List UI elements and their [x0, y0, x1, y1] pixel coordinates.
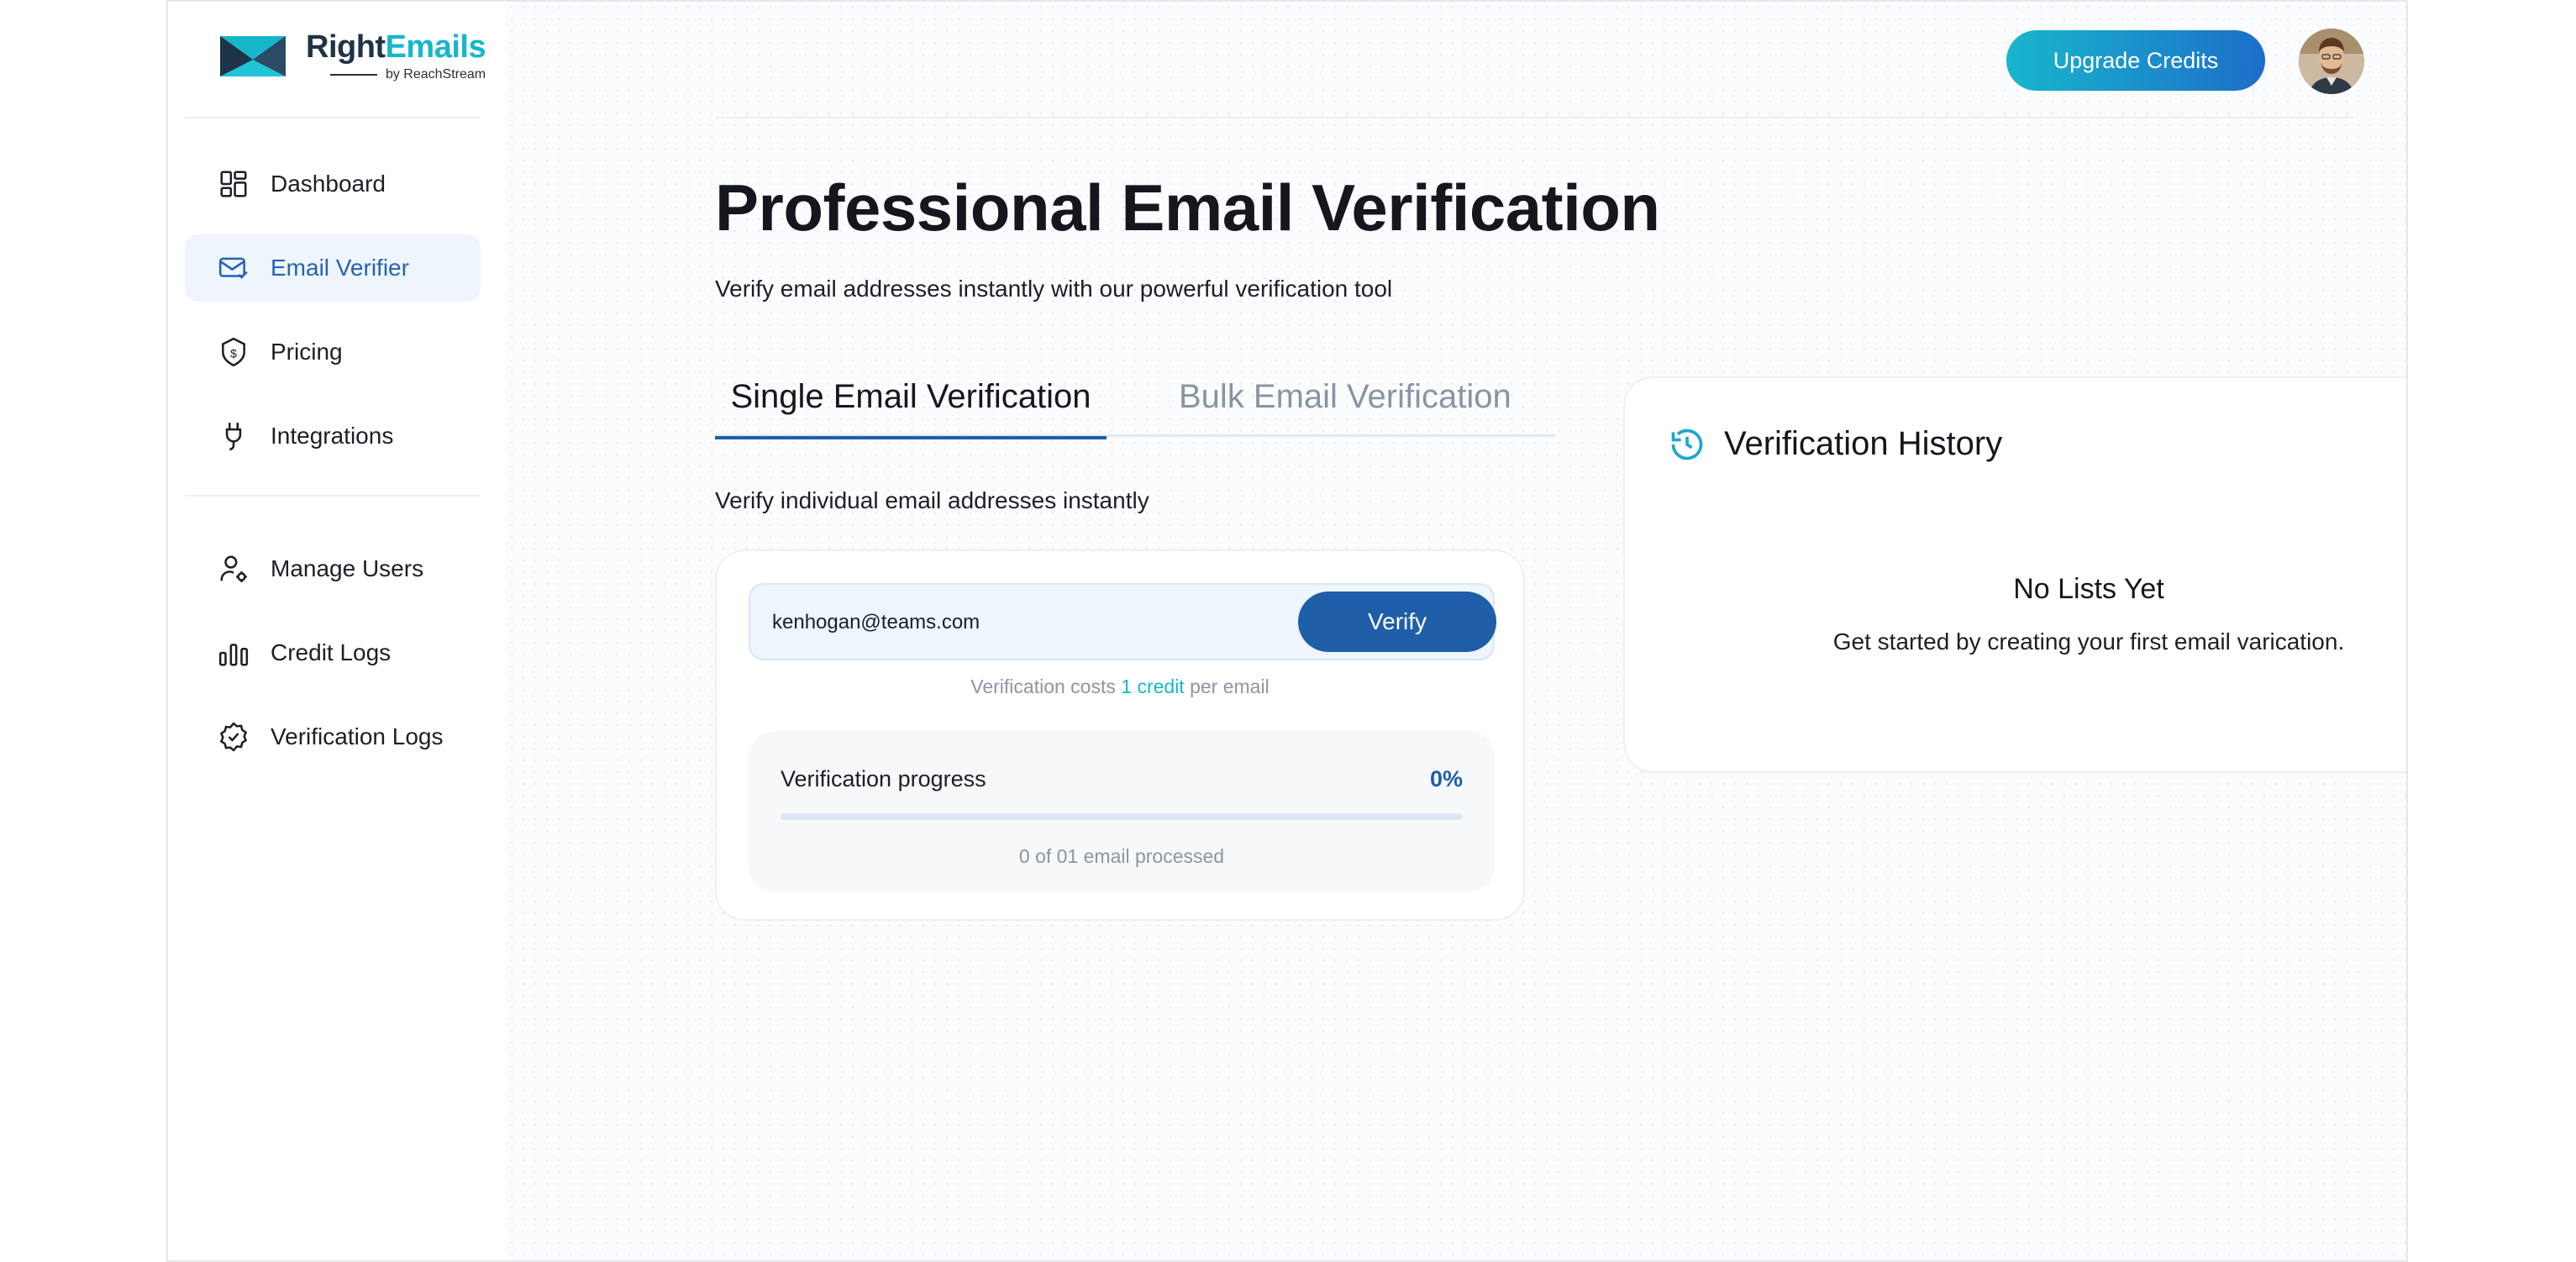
plug-icon: [217, 419, 250, 453]
history-header: Verification History: [1669, 425, 2002, 463]
svg-text:$: $: [230, 347, 237, 360]
verified-badge-icon: [217, 720, 250, 754]
sidebar-item-dashboard[interactable]: Dashboard: [185, 150, 481, 218]
cost-note-credit: 1 credit: [1121, 676, 1185, 697]
sidebar-item-pricing[interactable]: $ Pricing: [185, 318, 481, 386]
verification-tabs: Single Email Verification Bulk Email Ver…: [715, 370, 1555, 439]
progress-bar: [781, 813, 1463, 820]
mail-check-icon: [217, 251, 250, 285]
tab-single-email-verification[interactable]: Single Email Verification: [715, 370, 1107, 439]
sidebar-item-verification-logs[interactable]: Verification Logs: [185, 703, 481, 770]
empty-state-title: No Lists Yet: [2013, 573, 2164, 605]
progress-label: Verification progress: [781, 766, 986, 791]
cost-note-suffix: per email: [1190, 676, 1270, 697]
empty-state-description: Get started by creating your first email…: [1832, 628, 2345, 655]
brand-byline: by ReachStream: [306, 67, 486, 82]
progress-count: 0 of 01 email processed: [1018, 845, 1225, 867]
progress-percent: 0%: [1429, 766, 1463, 791]
sidebar: RightEmails by ReachStream Dashboard Ema…: [168, 2, 504, 1260]
sidebar-item-label: Pricing: [271, 339, 343, 365]
bar-chart-icon: [217, 636, 250, 670]
history-icon: [1671, 429, 1703, 460]
sidebar-item-label: Verification Logs: [271, 723, 444, 749]
brand-logo[interactable]: RightEmails by ReachStream: [218, 29, 486, 82]
progress-panel: Verification progress 0% 0 of 01 email p…: [749, 731, 1495, 892]
page-subtitle: Verify email addresses instantly with ou…: [715, 276, 1393, 302]
tab-description: Verify individual email addresses instan…: [715, 487, 1149, 513]
sidebar-divider: [185, 117, 481, 118]
history-title: Verification History: [1724, 425, 2003, 462]
sidebar-divider: [185, 495, 481, 497]
sidebar-item-manage-users[interactable]: Manage Users: [185, 535, 481, 602]
brand-name: RightEmails: [306, 29, 486, 65]
sidebar-item-label: Manage Users: [271, 555, 424, 581]
sidebar-item-credit-logs[interactable]: Credit Logs: [185, 619, 481, 686]
email-input-row: Verify: [749, 583, 1496, 660]
envelope-logo-icon: [220, 36, 286, 76]
sidebar-item-label: Email Verifier: [271, 255, 409, 281]
user-avatar-image: [2299, 29, 2364, 94]
verification-history-card: Verification History No Lists Yet Get st…: [1623, 376, 2406, 773]
upgrade-credits-button[interactable]: Upgrade Credits: [2006, 30, 2265, 91]
avatar[interactable]: [2299, 29, 2364, 94]
sidebar-item-email-verifier[interactable]: Email Verifier: [185, 234, 481, 302]
sidebar-item-label: Integrations: [271, 423, 394, 449]
cost-note-prefix: Verification costs: [970, 676, 1116, 697]
sidebar-item-label: Credit Logs: [271, 639, 392, 665]
user-gear-icon: [217, 552, 250, 586]
sidebar-item-label: Dashboard: [271, 171, 386, 197]
page-title: Professional Email Verification: [715, 171, 1660, 245]
price-tag-icon: $: [217, 335, 250, 369]
cost-note: Verification costs 1 credit per email: [717, 676, 1523, 698]
dashboard-icon: [217, 167, 250, 201]
tab-bulk-email-verification[interactable]: Bulk Email Verification: [1179, 370, 1511, 437]
email-input[interactable]: [772, 603, 1276, 642]
header-divider: [716, 117, 2354, 118]
app-window: RightEmails by ReachStream Dashboard Ema…: [166, 0, 2408, 1262]
verify-button[interactable]: Verify: [1298, 592, 1496, 652]
sidebar-item-integrations[interactable]: Integrations: [185, 402, 481, 470]
single-verification-card: Verify Verification costs 1 credit per e…: [715, 549, 1525, 921]
